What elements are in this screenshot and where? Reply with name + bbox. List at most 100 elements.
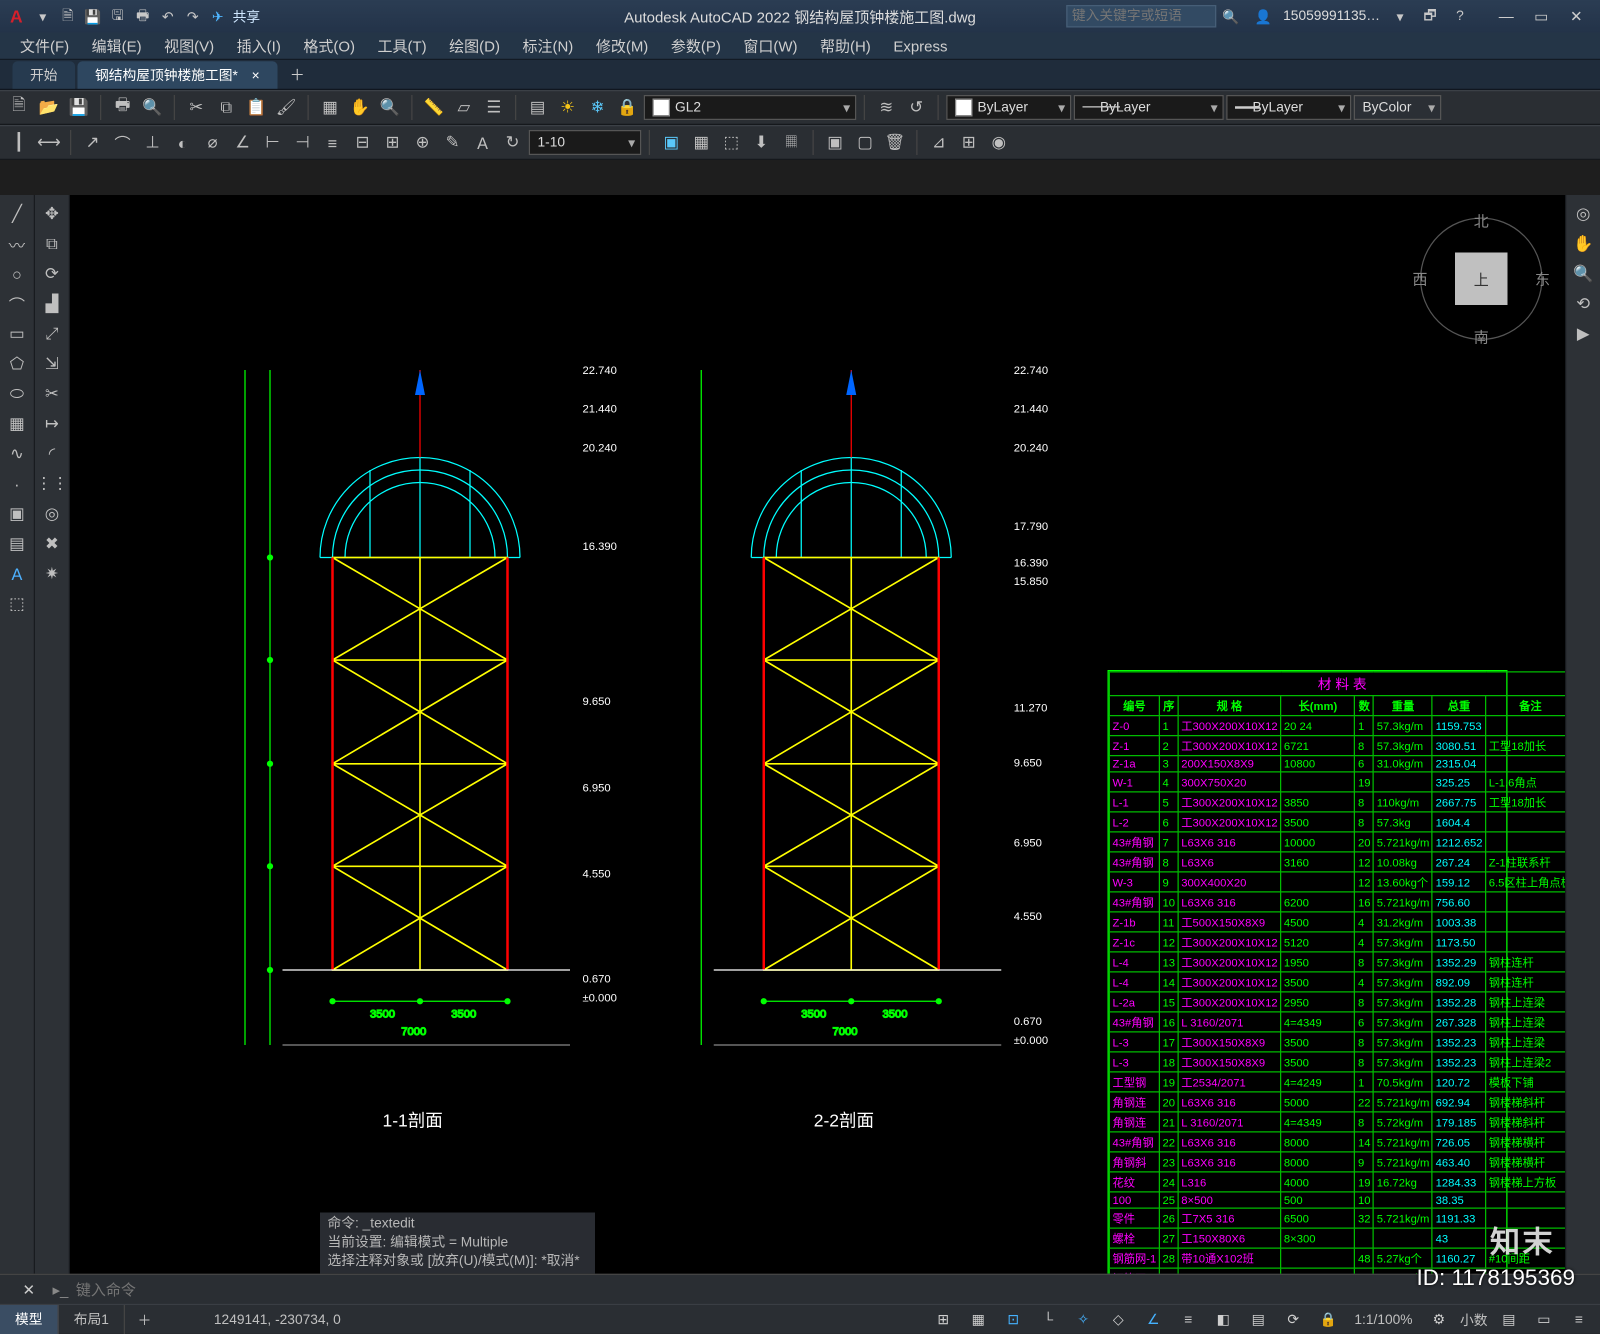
plotstyle-dropdown[interactable]: ByColor — [1354, 95, 1442, 120]
viewcube-west[interactable]: 西 — [1413, 268, 1428, 289]
tolerance-icon[interactable]: ⊞ — [379, 129, 407, 157]
dimtedit-icon[interactable]: A — [469, 129, 497, 157]
undo-icon[interactable]: ↶ — [158, 6, 178, 26]
menu-edit[interactable]: 编辑(E) — [82, 32, 152, 60]
point-icon[interactable]: · — [2, 470, 32, 498]
share-label[interactable]: 共享 — [233, 6, 261, 26]
explode-icon[interactable]: ✷ — [37, 560, 67, 588]
dist-icon[interactable]: 📏 — [420, 94, 448, 122]
dimord-icon[interactable]: ⊥ — [139, 129, 167, 157]
hline-icon[interactable]: ┃ — [5, 129, 33, 157]
dimstyle-dropdown[interactable]: 1-10 — [529, 130, 642, 155]
cmd-history-icon[interactable]: ▸_ — [45, 1281, 76, 1299]
ucsicon-icon[interactable]: ⊿ — [925, 129, 953, 157]
viewcube-south[interactable]: 南 — [1474, 326, 1489, 347]
showmotion-icon[interactable]: ▶ — [1568, 320, 1598, 348]
drawing-canvas[interactable]: 北 南 西 东 上 — [70, 195, 1565, 1274]
polar-icon[interactable]: ✧ — [1069, 1307, 1097, 1332]
block2-icon[interactable]: ▣ — [2, 500, 32, 528]
arc2-icon[interactable]: ⌒ — [2, 290, 32, 318]
insert2-icon[interactable]: ⬇ — [748, 129, 776, 157]
extend-icon[interactable]: ↦ — [37, 410, 67, 438]
layer-icon[interactable]: ▤ — [524, 94, 552, 122]
transparency-icon[interactable]: ◧ — [1209, 1307, 1237, 1332]
add-layout-button[interactable]: ＋ — [125, 1309, 164, 1329]
matchprop-icon[interactable]: 🖌 — [273, 94, 301, 122]
zoomext-icon[interactable]: 🔍 — [1568, 260, 1598, 288]
dimlin-icon[interactable]: ⟷ — [35, 129, 63, 157]
dimedit-icon[interactable]: ✎ — [439, 129, 467, 157]
ortho-icon[interactable]: └ — [1034, 1307, 1062, 1332]
snap-icon[interactable]: ⊡ — [999, 1307, 1027, 1332]
menu-format[interactable]: 格式(O) — [293, 32, 365, 60]
stretch-icon[interactable]: ⇲ — [37, 350, 67, 378]
spline-icon[interactable]: ∿ — [2, 440, 32, 468]
preview-icon[interactable]: 🔍 — [139, 94, 167, 122]
workspace-icon[interactable]: ▤ — [1495, 1307, 1523, 1332]
minimize-button[interactable]: — — [1490, 4, 1523, 29]
purge-icon[interactable]: 🗑 — [881, 129, 909, 157]
layeriso-icon[interactable]: ☀ — [554, 94, 582, 122]
scale-readout[interactable]: 1:1/100% — [1349, 1312, 1417, 1327]
help-icon[interactable]: ? — [1450, 6, 1470, 26]
menu-draw[interactable]: 绘图(D) — [439, 32, 510, 60]
plot-icon[interactable]: 🖶 — [133, 6, 153, 26]
save2-icon[interactable]: 💾 — [65, 94, 93, 122]
save-icon[interactable]: 💾 — [83, 6, 103, 26]
layermatch-icon[interactable]: ≋ — [873, 94, 901, 122]
open-icon[interactable]: 🗎 — [58, 6, 78, 26]
hatch-icon[interactable]: ▦ — [2, 410, 32, 438]
dimspace-icon[interactable]: ≡ — [319, 129, 347, 157]
user-label[interactable]: 15059991135… — [1283, 9, 1380, 24]
wblock-icon[interactable]: ⬚ — [718, 129, 746, 157]
tab-layout1[interactable]: 布局1 — [59, 1304, 125, 1334]
layerprev-icon[interactable]: ↺ — [903, 94, 931, 122]
orbit-icon[interactable]: ⟲ — [1568, 290, 1598, 318]
qnew-icon[interactable]: 🗎 — [5, 94, 33, 122]
cmd-close-icon[interactable]: ✕ — [13, 1281, 46, 1299]
layerfreeze-icon[interactable]: ❄ — [584, 94, 612, 122]
open2-icon[interactable]: 📂 — [35, 94, 63, 122]
signin-icon[interactable]: 👤 — [1253, 6, 1273, 26]
dimrad-icon[interactable]: ◐ — [169, 129, 197, 157]
customize-icon[interactable]: ≡ — [1565, 1307, 1593, 1332]
dimcont-icon[interactable]: ⊣ — [289, 129, 317, 157]
dimbreak-icon[interactable]: ⊟ — [349, 129, 377, 157]
menu-tools[interactable]: 工具(T) — [367, 32, 436, 60]
modelspace-icon[interactable]: ⊞ — [929, 1307, 957, 1332]
ellipse-icon[interactable]: ⬭ — [2, 380, 32, 408]
clean-icon[interactable]: ▭ — [1530, 1307, 1558, 1332]
zoom-icon[interactable]: 🔍 — [376, 94, 404, 122]
paste-icon[interactable]: 📋 — [243, 94, 271, 122]
list-icon[interactable]: ☰ — [480, 94, 508, 122]
tab-document[interactable]: 钢结构屋顶钟楼施工图* × — [78, 61, 278, 89]
menu-file[interactable]: 文件(F) — [10, 32, 79, 60]
erase-icon[interactable]: ✖ — [37, 530, 67, 558]
menu-modify[interactable]: 修改(M) — [586, 32, 659, 60]
copy2-icon[interactable]: ⧉ — [37, 230, 67, 258]
menu-help[interactable]: 帮助(H) — [810, 32, 881, 60]
qp-icon[interactable]: ▤ — [1244, 1307, 1272, 1332]
osnap-icon[interactable]: ◇ — [1104, 1307, 1132, 1332]
refedit-icon[interactable]: ▣ — [658, 129, 686, 157]
help-search-input[interactable] — [1066, 5, 1216, 28]
search-icon[interactable]: 🔍 — [1221, 6, 1241, 26]
viewcube[interactable]: 北 南 西 东 上 — [1413, 210, 1551, 348]
sc-icon[interactable]: ⟳ — [1279, 1307, 1307, 1332]
table-icon[interactable]: ▤ — [2, 530, 32, 558]
command-input[interactable] — [76, 1281, 1600, 1299]
copy-icon[interactable]: ⧉ — [213, 94, 241, 122]
region-icon[interactable]: ⬚ — [2, 590, 32, 618]
pan-icon[interactable]: ✋ — [346, 94, 374, 122]
circle-icon[interactable]: ○ — [2, 260, 32, 288]
menu-dimension[interactable]: 标注(N) — [512, 32, 583, 60]
gear-icon[interactable]: ⚙ — [1425, 1307, 1453, 1332]
color-dropdown[interactable]: ByLayer — [946, 95, 1071, 120]
navwheel-icon[interactable]: ◎ — [1568, 200, 1598, 228]
offset-icon[interactable]: ◎ — [37, 500, 67, 528]
tab-start[interactable]: 开始 — [13, 61, 76, 89]
fillet-icon[interactable]: ◜ — [37, 440, 67, 468]
dimdia-icon[interactable]: ⌀ — [199, 129, 227, 157]
grid-icon[interactable]: ▦ — [964, 1307, 992, 1332]
mirror-icon[interactable]: ▟ — [37, 290, 67, 318]
